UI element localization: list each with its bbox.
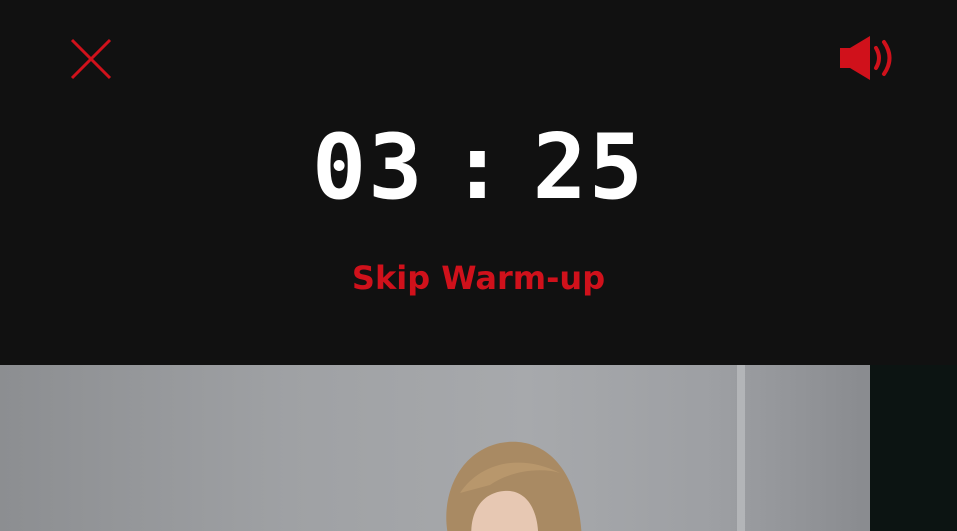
exercise-video xyxy=(0,365,957,531)
close-icon xyxy=(70,38,112,80)
warmup-screen: 03 : 25 Skip Warm-up xyxy=(0,0,957,531)
background-post xyxy=(737,365,745,531)
background-dark-edge xyxy=(870,365,957,531)
sound-toggle-button[interactable] xyxy=(832,30,902,86)
countdown-timer: 03 : 25 xyxy=(0,118,957,218)
timer-minutes: 03 xyxy=(312,115,425,220)
volume-icon xyxy=(840,36,892,80)
timer-seconds: 25 xyxy=(532,115,645,220)
warmup-header-panel: 03 : 25 Skip Warm-up xyxy=(0,0,957,365)
instructor-figure xyxy=(446,441,582,531)
close-button[interactable] xyxy=(60,28,122,90)
timer-separator: : xyxy=(450,115,507,220)
skip-warmup-button[interactable]: Skip Warm-up xyxy=(0,254,957,302)
